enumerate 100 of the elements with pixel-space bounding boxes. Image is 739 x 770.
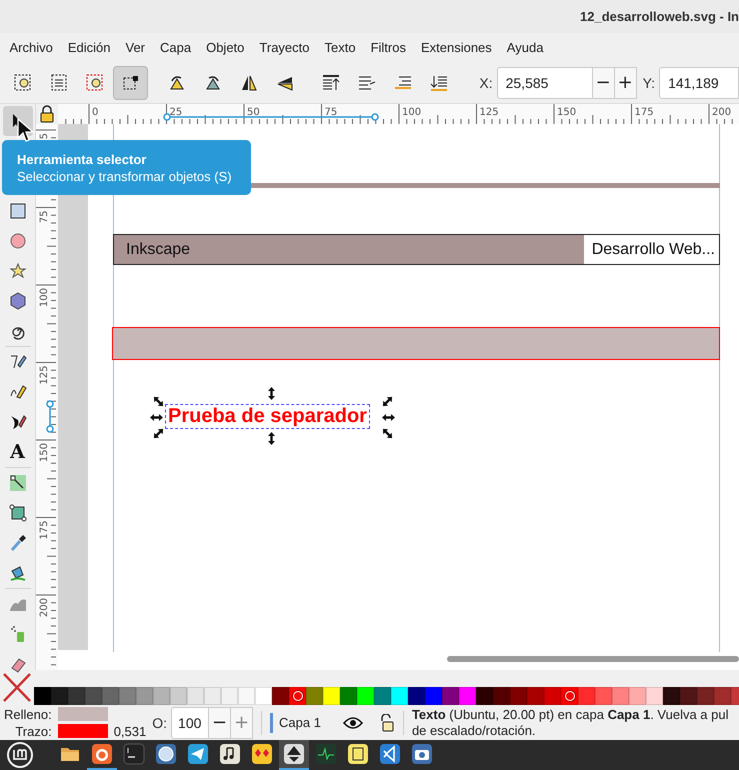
tool-button[interactable]: A [2,437,32,467]
ruler-label: 125 [480,107,499,118]
menu-item[interactable]: Texto [317,36,364,60]
raise-to-top-icon [320,72,341,92]
color-swatch[interactable] [34,687,51,705]
color-swatch[interactable] [493,687,510,705]
ruler-label: 100 [402,107,422,118]
decrement-button[interactable]: − [592,66,615,98]
menu-logo-icon[interactable] [5,740,35,770]
eye-icon[interactable] [342,716,363,730]
color-swatch[interactable] [255,687,272,705]
color-swatch[interactable] [85,687,102,705]
window-title: 12_desarrolloweb.svg - In [580,9,739,24]
color-swatch[interactable] [459,687,476,705]
scale-arrow-icon[interactable] [382,411,395,424]
no-paint-swatch[interactable] [0,671,34,704]
color-swatch[interactable] [323,687,340,705]
scale-arrow-icon[interactable] [381,395,394,408]
color-swatch[interactable] [357,687,374,705]
menu-item[interactable]: Edición [60,36,118,60]
color-swatch[interactable] [119,687,136,705]
y-field[interactable]: 141,189 [659,66,739,98]
camera-icon [411,743,433,765]
color-swatch[interactable] [442,687,459,705]
menu-item[interactable]: Filtros [363,36,414,60]
scale-arrow-icon[interactable] [150,411,163,424]
selected-text[interactable]: Prueba de separador [165,404,370,429]
color-swatch[interactable] [306,687,323,705]
color-swatch[interactable] [272,687,289,705]
color-swatch[interactable] [340,687,357,705]
menu-item[interactable]: Trayecto [252,36,317,60]
color-swatch[interactable] [544,687,561,705]
ruler-label: 150 [39,443,50,462]
color-swatch[interactable] [187,687,204,705]
menu-item[interactable]: Objeto [198,36,252,60]
ruler-label: 100 [39,288,50,308]
menu-item[interactable]: Archivo [2,36,60,60]
circle-icon [8,231,28,251]
color-swatch[interactable] [527,687,544,705]
color-swatch[interactable] [238,687,255,705]
color-swatch[interactable] [646,687,663,705]
ruler-label: 150 [557,107,576,118]
menu-item[interactable]: Capa [152,36,199,60]
scale-arrow-icon[interactable] [152,395,165,408]
menu-item[interactable]: Extensiones [413,36,500,60]
taskbar-app[interactable] [279,740,309,770]
color-swatch[interactable] [629,687,646,705]
color-swatch[interactable] [680,687,697,705]
deselect-icon [84,72,105,92]
color-swatch[interactable] [170,687,187,705]
selection-extent-indicator [46,400,54,433]
color-swatch[interactable] [51,687,68,705]
color-swatch[interactable] [102,687,119,705]
color-swatch[interactable] [153,687,170,705]
color-swatch[interactable] [425,687,442,705]
color-swatch[interactable] [697,687,714,705]
toolbar-button[interactable] [113,66,148,100]
color-swatch[interactable] [221,687,238,705]
scale-arrow-icon[interactable] [265,387,278,400]
scale-arrow-icon[interactable] [381,427,394,440]
menu-item[interactable]: Ayuda [499,36,551,60]
open-padlock-icon[interactable] [380,714,395,732]
x-label: X: [479,74,493,90]
stroke-swatch[interactable] [58,724,108,738]
padlock-icon[interactable] [39,105,55,123]
scale-arrow-icon[interactable] [152,427,165,440]
color-swatch[interactable] [595,687,612,705]
decrement-button[interactable]: − [209,706,232,738]
color-swatch[interactable] [510,687,527,705]
color-swatch[interactable] [68,687,85,705]
header-subtitle: Desarrollo Web... [584,235,719,264]
color-swatch[interactable] [408,687,425,705]
scale-arrow-icon[interactable] [265,432,278,445]
layer-name[interactable]: Capa 1 [279,715,321,730]
status-message: Texto (Ubuntu, 20.00 pt) en capa Capa 1. Vuelva a pul [412,706,728,722]
color-swatch[interactable] [374,687,391,705]
color-swatch[interactable] [391,687,408,705]
ruler-label: 5 [39,133,50,140]
mesh-icon [8,503,28,523]
fill-swatch[interactable] [58,707,108,721]
color-swatch[interactable] [714,687,731,705]
ruler-label: 125 [39,366,50,385]
color-swatch[interactable] [612,687,629,705]
gradient-icon [8,473,28,493]
color-swatch[interactable] [289,687,306,705]
color-swatch[interactable] [663,687,680,705]
opacity-field[interactable]: 100 [171,706,210,738]
color-swatch[interactable] [204,687,221,705]
color-swatch[interactable] [561,687,578,705]
dashed-square-icon [12,72,33,92]
menu-item[interactable]: Ver [118,36,153,60]
color-swatch[interactable] [136,687,153,705]
horizontal-scrollbar[interactable] [447,656,739,662]
increment-button[interactable]: + [614,66,637,98]
color-swatch[interactable] [578,687,595,705]
x-field[interactable]: 25,585 [496,66,593,98]
opacity-label: O: [152,714,168,730]
header-title: Inkscape [125,240,190,258]
color-swatch[interactable] [476,687,493,705]
layered-square-icon [48,72,69,92]
